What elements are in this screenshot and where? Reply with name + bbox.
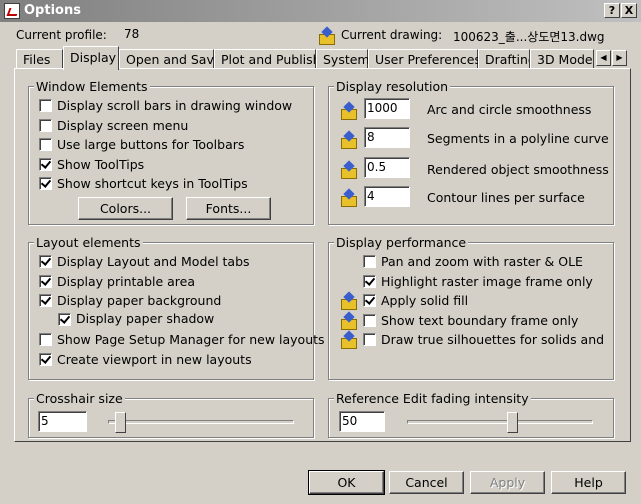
pan-zoom-raster-label: Pan and zoom with raster & OLE [381,254,583,269]
display-performance-title: Display performance [334,235,469,250]
tab-display[interactable]: Display [63,46,119,70]
saved-in-drawing-icon [340,313,357,330]
paper-background-checkbox[interactable] [39,294,52,307]
help-title-button[interactable]: ? [604,3,620,18]
large-buttons-label: Use large buttons for Toolbars [57,137,245,152]
crosshair-size-title: Crosshair size [34,391,125,406]
display-resolution-title: Display resolution [334,79,451,94]
tab-system[interactable]: System [316,49,370,69]
arc-smoothness-label: Arc and circle smoothness [427,102,592,117]
help-button[interactable]: Help [551,471,626,494]
tab-open-and-save[interactable]: Open and Save [119,49,222,69]
polyline-segments-label: Segments in a polyline curve [427,131,609,146]
apply-solid-fill-checkbox[interactable] [363,294,376,307]
show-tooltips-label: Show ToolTips [57,157,145,172]
layout-elements-title: Layout elements [34,235,143,250]
screen-menu-checkbox[interactable] [39,119,52,132]
saved-in-drawing-icon [340,293,357,310]
contour-lines-input[interactable]: 4 [364,186,410,207]
saved-in-drawing-icon [340,332,357,349]
layout-model-tabs-checkbox[interactable] [39,255,52,268]
paper-background-label: Display paper background [57,293,222,308]
profile-value: 78 [124,27,140,41]
tab-3d-modeling[interactable]: 3D Modeling [530,49,594,69]
drawing-label: Current drawing: [341,28,443,42]
highlight-raster-frame-label: Highlight raster image frame only [381,274,593,289]
rendered-smoothness-label: Rendered object smoothness [427,162,609,177]
tab-drafting[interactable]: Drafting [478,49,530,69]
text-boundary-frame-checkbox[interactable] [363,314,376,327]
title-bar[interactable]: Options ? X [0,0,641,22]
cancel-button[interactable]: Cancel [389,471,464,494]
scroll-bars-checkbox[interactable] [39,99,52,112]
tab-scroll-right-icon[interactable]: ▶ [612,50,627,66]
printable-area-label: Display printable area [57,274,196,289]
layout-model-tabs-label: Display Layout and Model tabs [57,254,250,269]
crosshair-size-input[interactable]: 5 [38,411,87,432]
rendered-smoothness-input[interactable]: 0.5 [364,157,410,178]
drawing-value: 100623_출...상도면13.dwg [453,30,605,44]
text-boundary-frame-label: Show text boundary frame only [381,313,579,328]
contour-lines-label: Contour lines per surface [427,190,585,205]
printable-area-checkbox[interactable] [39,275,52,288]
create-viewport-checkbox[interactable] [39,353,52,366]
window-elements-title: Window Elements [34,79,150,94]
colors-button[interactable]: Colors... [78,197,173,220]
apply-solid-fill-label: Apply solid fill [381,293,469,308]
large-buttons-checkbox[interactable] [39,138,52,151]
shortcut-keys-checkbox[interactable] [39,177,52,190]
tab-scroll-left-icon[interactable]: ◀ [596,50,611,66]
true-silhouettes-label: Draw true silhouettes for solids and sur… [381,332,608,347]
fading-intensity-slider-thumb[interactable] [507,412,518,433]
window-title: Options [24,3,81,18]
screen-menu-label: Display screen menu [57,118,189,133]
fading-intensity-title: Reference Edit fading intensity [334,391,531,406]
saved-in-drawing-icon [340,132,357,149]
apply-button[interactable]: Apply [470,471,545,494]
page-setup-manager-label: Show Page Setup Manager for new layouts [57,332,325,347]
saved-in-drawing-icon [340,162,357,179]
scroll-bars-label: Display scroll bars in drawing window [57,98,293,113]
page-setup-manager-checkbox[interactable] [39,333,52,346]
tab-plot-and-publish[interactable]: Plot and Publish [214,49,321,69]
tab-user-preferences[interactable]: User Preferences [368,49,481,69]
drawing-icon [318,28,335,45]
ok-button[interactable]: OK [308,470,385,495]
crosshair-size-slider-thumb[interactable] [115,412,127,433]
show-tooltips-checkbox[interactable] [39,158,52,171]
saved-in-drawing-icon [340,190,357,207]
arc-smoothness-input[interactable]: 1000 [364,98,410,119]
shortcut-keys-label: Show shortcut keys in ToolTips [57,176,248,191]
true-silhouettes-checkbox[interactable] [363,333,376,346]
tab-files[interactable]: Files [16,49,63,69]
polyline-segments-input[interactable]: 8 [364,127,410,148]
fading-intensity-slider-track[interactable] [407,420,593,424]
paper-shadow-checkbox[interactable] [58,313,71,326]
profile-label: Current profile: [16,28,107,42]
saved-in-drawing-icon [340,103,357,120]
app-icon [4,3,20,19]
highlight-raster-frame-checkbox[interactable] [363,275,376,288]
paper-shadow-label: Display paper shadow [76,311,215,326]
fonts-button[interactable]: Fonts... [186,197,271,220]
create-viewport-label: Create viewport in new layouts [57,352,252,367]
pan-zoom-raster-checkbox[interactable] [363,255,376,268]
close-button[interactable]: X [621,3,637,18]
crosshair-size-slider-track[interactable] [108,420,294,424]
fading-intensity-input[interactable]: 50 [339,411,385,432]
